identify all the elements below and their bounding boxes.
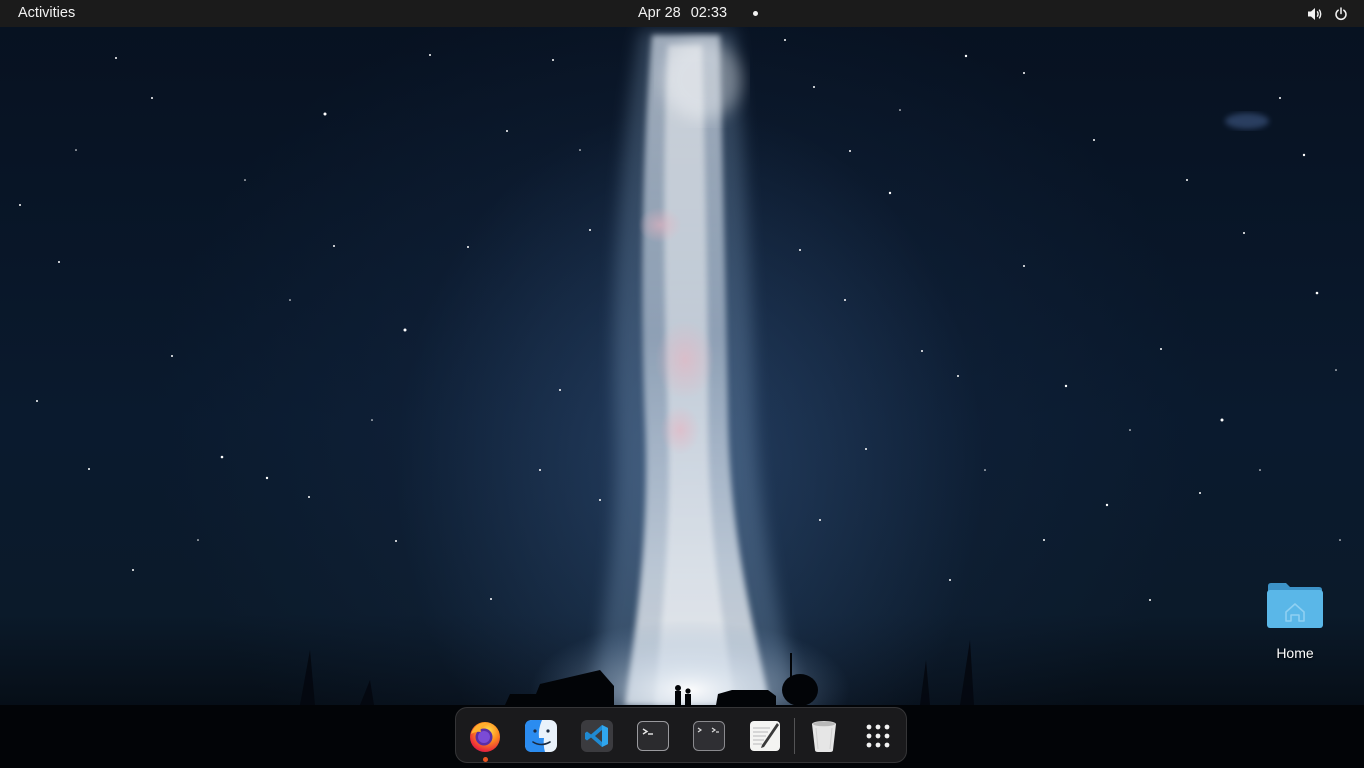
home-folder-icon — [1266, 580, 1324, 633]
system-status-menu[interactable] — [1301, 2, 1354, 25]
dock-item-terminal-2[interactable] — [689, 716, 729, 756]
desktop-wallpaper — [0, 0, 1364, 768]
dock-separator — [794, 718, 795, 754]
wallpaper-art — [0, 30, 1364, 768]
dock-item-firefox[interactable] — [465, 716, 505, 756]
clock-button[interactable]: Apr 28 02:33 — [628, 2, 768, 25]
trash-icon — [809, 719, 839, 753]
dock-item-vscode[interactable] — [577, 716, 617, 756]
app-grid-icon — [865, 723, 891, 749]
desktop-icon-home[interactable]: Home — [1258, 580, 1332, 661]
clock-time: 02:33 — [690, 5, 728, 21]
running-indicator — [483, 757, 488, 762]
finder-icon — [524, 719, 558, 753]
activities-button[interactable]: Activities — [8, 2, 85, 25]
dock-item-text-editor[interactable] — [745, 716, 785, 756]
vscode-icon — [580, 719, 614, 753]
top-bar: Activities Apr 28 02:33 — [0, 0, 1364, 27]
text-editor-icon — [748, 719, 782, 753]
firefox-icon — [467, 718, 503, 754]
desktop-icon-label: Home — [1276, 645, 1314, 661]
volume-icon — [1307, 7, 1324, 21]
terminal-icon — [636, 719, 670, 753]
terminal-alt-icon — [692, 719, 726, 753]
dock-item-show-apps[interactable] — [858, 716, 898, 756]
dock-item-trash[interactable] — [804, 716, 844, 756]
dock — [455, 707, 907, 763]
dock-item-terminal[interactable] — [633, 716, 673, 756]
power-icon — [1334, 6, 1348, 21]
clock-date: Apr 28 — [638, 5, 681, 21]
dock-item-finder[interactable] — [521, 716, 561, 756]
notification-dot — [753, 11, 759, 16]
